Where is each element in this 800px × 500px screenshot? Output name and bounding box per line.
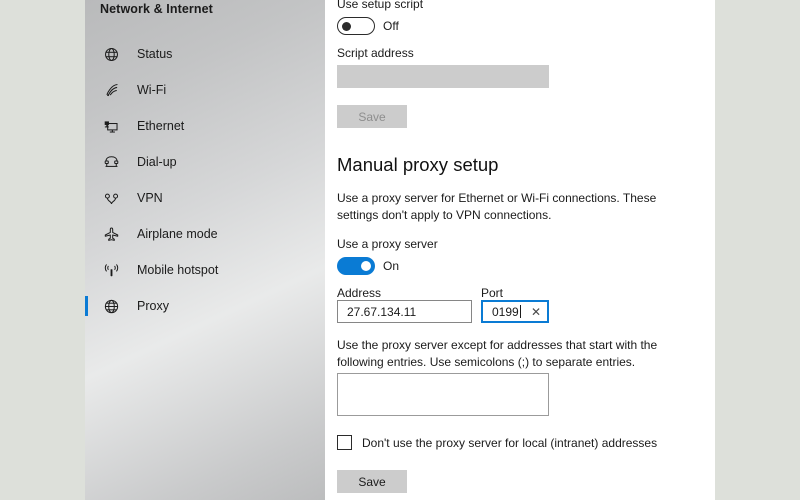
sidebar-item-label: Dial-up — [137, 155, 177, 169]
airplane-icon — [100, 223, 122, 245]
use-proxy-server-toggle-state: On — [383, 259, 400, 273]
settings-window: Network & Internet Status Wi-Fi Ethernet… — [85, 0, 715, 500]
address-input-value: 27.67.134.11 — [347, 304, 417, 319]
sidebar-item-ethernet[interactable]: Ethernet — [85, 108, 325, 144]
address-label: Address — [337, 286, 382, 300]
vpn-icon — [100, 187, 122, 209]
sidebar-item-label: Ethernet — [137, 119, 185, 133]
sidebar-item-label: Airplane mode — [137, 227, 218, 241]
toggle-knob — [361, 260, 371, 271]
exceptions-description: Use the proxy server except for addresse… — [337, 338, 658, 369]
use-setup-script-toggle-state: Off — [383, 19, 399, 33]
proxy-globe-icon — [100, 295, 122, 317]
sidebar-item-label: VPN — [137, 191, 163, 205]
sidebar-item-dialup[interactable]: Dial-up — [85, 144, 325, 180]
manual-proxy-setup-heading: Manual proxy setup — [337, 154, 499, 175]
script-save-button: Save — [337, 105, 407, 128]
sidebar-item-label: Status — [137, 47, 173, 61]
port-input[interactable]: 0199 ✕ — [481, 300, 549, 323]
toggle-knob — [342, 22, 351, 31]
bypass-local-label: Don't use the proxy server for local (in… — [362, 436, 658, 450]
proxy-settings-panel: Use setup script Off Script address Save… — [325, 0, 715, 500]
port-input-value: 0199 — [492, 304, 519, 319]
sidebar-item-label: Proxy — [137, 299, 169, 313]
sidebar-title: Network & Internet — [100, 2, 213, 16]
sidebar-item-airplane-mode[interactable]: Airplane mode — [85, 216, 325, 252]
use-setup-script-toggle[interactable] — [337, 17, 375, 35]
globe-status-icon — [100, 43, 122, 65]
sidebar-item-status[interactable]: Status — [85, 36, 325, 72]
script-address-input — [337, 65, 549, 88]
manual-proxy-description: Use a proxy server for Ethernet or Wi-Fi… — [337, 191, 657, 222]
text-caret — [519, 305, 521, 318]
use-setup-script-heading: Use setup script — [337, 0, 424, 11]
ethernet-icon — [100, 115, 122, 137]
port-label: Port — [481, 286, 504, 300]
dialup-phone-icon — [100, 151, 122, 173]
mobile-hotspot-icon — [100, 259, 122, 281]
manual-proxy-save-button[interactable]: Save — [337, 470, 407, 493]
sidebar-item-wifi[interactable]: Wi-Fi — [85, 72, 325, 108]
use-proxy-server-label: Use a proxy server — [337, 237, 438, 251]
sidebar-item-vpn[interactable]: VPN — [85, 180, 325, 216]
script-address-label: Script address — [337, 46, 414, 60]
sidebar-item-label: Wi-Fi — [137, 83, 167, 97]
sidebar: Network & Internet Status Wi-Fi Ethernet… — [85, 0, 325, 500]
wifi-icon — [100, 79, 122, 101]
sidebar-item-label: Mobile hotspot — [137, 263, 219, 277]
close-x-icon[interactable]: ✕ — [531, 306, 541, 318]
address-input[interactable]: 27.67.134.11 — [337, 300, 472, 323]
exceptions-textarea[interactable] — [337, 373, 549, 416]
sidebar-item-mobile-hotspot[interactable]: Mobile hotspot — [85, 252, 325, 288]
sidebar-nav-list: Status Wi-Fi Ethernet Dial-up VPN Airpla… — [85, 36, 325, 324]
use-proxy-server-toggle[interactable] — [337, 257, 375, 275]
selection-indicator — [85, 296, 88, 316]
bypass-local-checkbox[interactable] — [337, 435, 352, 450]
sidebar-item-proxy[interactable]: Proxy — [85, 288, 325, 324]
